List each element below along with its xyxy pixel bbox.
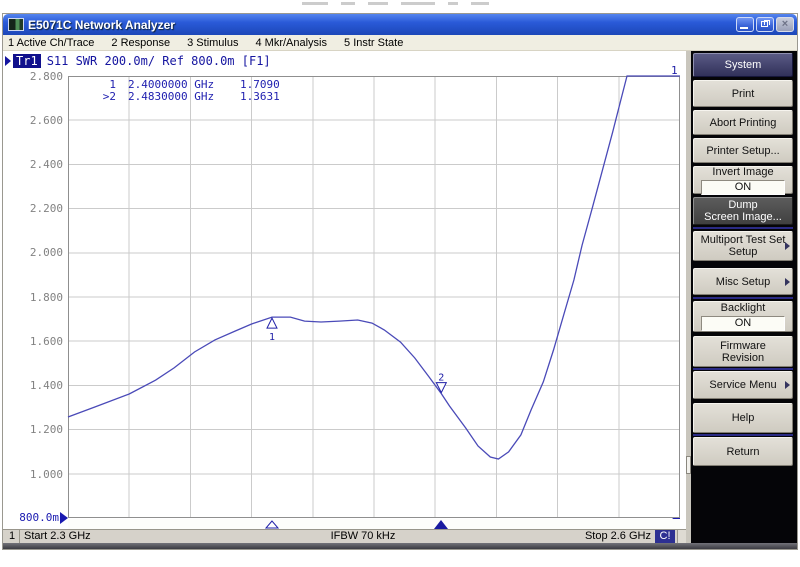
softkey-multiport-test-set-setup[interactable]: Multiport Test Set Setup [693,231,793,261]
marker-readout-row: >2 2.4830000 GHz 1.3631 [98,91,280,103]
stimulus-marker-1[interactable] [265,520,279,529]
softkey-system[interactable]: System [693,53,793,77]
submenu-arrow-icon [785,381,790,389]
softkey-scrollbar-thumb[interactable] [686,456,691,474]
channel-number: 1 [5,530,20,543]
submenu-arrow-icon [785,278,790,286]
marker-down-icon [436,383,446,393]
grid-lines [68,76,680,518]
status-bar-end-cell [677,530,686,543]
close-icon: × [782,18,788,30]
y-axis-label: 1.800 [3,291,63,304]
trace-status-line: Tr1 S11 SWR 200.0m/ Ref 800.0m [F1] [5,53,271,68]
window-titlebar: E5071C Network Analyzer × [3,14,797,35]
cal-status-badge: C! [655,530,675,543]
trace-badge[interactable]: Tr1 [13,54,41,68]
softkey-dump-screen-image[interactable]: Dump Screen Image... [693,197,793,225]
menu-item-active-ch-trace[interactable]: 1 Active Ch/Trace [8,37,94,49]
softkey-separator [693,368,793,370]
menu-bar: 1 Active Ch/Trace 2 Response 3 Stimulus … [3,35,797,51]
softkey-backlight[interactable]: Backlight ON [693,301,793,332]
cropped-text-artifact [302,1,522,6]
analyzer-window: E5071C Network Analyzer × 1 Active Ch/Tr… [3,14,797,549]
start-frequency: Start 2.3 GHz [24,530,91,543]
active-trace-arrow-icon [5,56,11,66]
marker-up-icon [267,318,277,328]
screen: E5071C Network Analyzer × 1 Active Ch/Tr… [0,0,800,567]
y-axis-label: 1.400 [3,379,63,392]
softkey-separator [693,227,793,229]
marker-readout: 1 2.4000000 GHz 1.7090 >2 2.4830000 GHz … [98,79,280,103]
marker-symbol-1[interactable]: 1 [267,318,277,343]
softkey-invert-image[interactable]: Invert Image ON [693,166,793,194]
softkey-printer-setup[interactable]: Printer Setup... [693,138,793,163]
menu-item-stimulus[interactable]: 3 Stimulus [187,37,238,49]
stop-frequency: Stop 2.6 GHz [543,530,651,543]
y-axis-label: 2.600 [3,114,63,127]
y-axis-label: 1.600 [3,335,63,348]
marker-number: 2 [438,373,444,384]
y-axis-label: 1.000 [3,468,63,481]
softkey-service-menu[interactable]: Service Menu [693,371,793,399]
reference-level-label: 800.0m [3,511,59,524]
trace-number-label: 1 [671,64,685,77]
submenu-arrow-icon [785,242,790,250]
softkey-print[interactable]: Print [693,80,793,107]
window-title: E5071C Network Analyzer [28,18,734,32]
trace-svg: 1 2 [68,76,680,518]
softkey-firmware-revision[interactable]: Firmware Revision [693,336,793,367]
y-axis-label: 2.000 [3,246,63,259]
y-axis-label: 2.400 [3,158,63,171]
softkey-help[interactable]: Help [693,403,793,433]
marker-number: 1 [269,332,275,343]
toggle-state: ON [701,316,785,331]
reference-level-icon-left [60,512,68,524]
y-axis-label: 2.800 [3,70,63,83]
restore-button[interactable] [756,17,774,32]
measurement-area: Tr1 S11 SWR 200.0m/ Ref 800.0m [F1] 2.80… [3,51,797,543]
status-bar: 1 Start 2.3 GHz IFBW 70 kHz Stop 2.6 GHz… [3,529,686,543]
ifbw-readout: IFBW 70 kHz [253,530,473,543]
menu-item-mkr-analysis[interactable]: 4 Mkr/Analysis [255,37,327,49]
toggle-state: ON [701,180,785,195]
plot-area: 1 2 1 2.4000000 GHz 1.7090 >2 [68,76,680,518]
trace-info: S11 SWR 200.0m/ Ref 800.0m [F1] [47,54,271,68]
softkey-separator [693,297,793,299]
y-axis-label: 2.200 [3,202,63,215]
stimulus-marker-2[interactable] [434,520,448,529]
softkey-sidebar: System Print Abort Printing Printer Setu… [686,51,797,543]
softkey-abort-printing[interactable]: Abort Printing [693,110,793,135]
softkey-separator [693,434,793,436]
stimulus-marker-strip [68,519,680,529]
menu-item-response[interactable]: 2 Response [111,37,170,49]
menu-item-instr-state[interactable]: 5 Instr State [344,37,403,49]
window-bottom-border [3,543,797,549]
softkey-misc-setup[interactable]: Misc Setup [693,268,793,295]
softkey-return[interactable]: Return [693,437,793,466]
app-icon [8,18,24,31]
minimize-button[interactable] [736,17,754,32]
close-button[interactable]: × [776,17,794,32]
minimize-icon [740,27,748,29]
y-axis-label: 1.200 [3,423,63,436]
